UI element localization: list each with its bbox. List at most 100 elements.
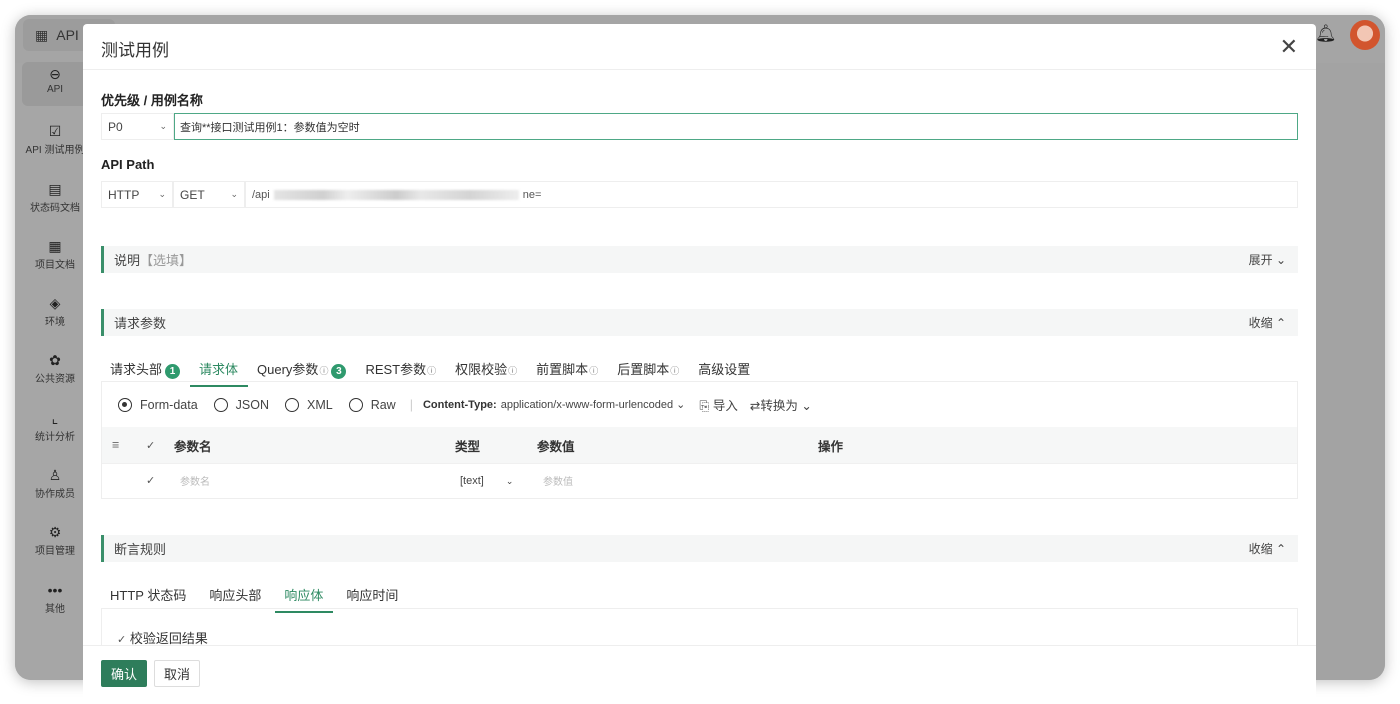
row-checkbox[interactable]: ✓	[146, 474, 155, 487]
chevron-down-icon: ⌄	[505, 475, 514, 486]
assertion-panel: ✓ 校验返回结果	[101, 608, 1298, 648]
collapse-toggle[interactable]: 收缩 ⌃	[1249, 540, 1286, 557]
radio-json[interactable]: JSON	[213, 397, 269, 412]
sidebar-item-label: 项目文档	[35, 260, 75, 271]
description-label: 说明	[114, 253, 141, 268]
sidebar-item-label: 统计分析	[35, 432, 75, 443]
assertions-section[interactable]: 断言规则 收缩 ⌃	[101, 535, 1298, 562]
redacted-path	[273, 189, 519, 200]
sidebar-item-1[interactable]: ☑ API 测试用例	[22, 123, 88, 165]
tab-label: 高级设置	[698, 362, 751, 377]
close-icon[interactable]: ✕	[1280, 34, 1298, 60]
sidebar-item-8[interactable]: ⚙ 项目管理	[22, 524, 88, 566]
modal-footer: 确认 取消	[83, 645, 1316, 687]
sidebar-item-2[interactable]: ▤ 状态码文档	[22, 181, 88, 223]
sidebar-item-0[interactable]: ⊖ API	[22, 62, 88, 106]
chevron-down-icon: ⌄	[676, 399, 686, 411]
import-label: 导入	[712, 399, 738, 413]
radio-xml[interactable]: XML	[285, 397, 333, 412]
drag-handle-icon[interactable]: ≡	[112, 438, 119, 452]
request-section[interactable]: 请求参数 收缩 ⌃	[101, 309, 1298, 336]
import-icon: ⎘	[699, 399, 710, 413]
content-type-select[interactable]: application/x-www-form-urlencoded ⌄	[501, 398, 686, 411]
priority-label: 优先级 / 用例名称	[101, 93, 203, 108]
user-icon: ♙	[48, 467, 62, 483]
bell-icon[interactable]: 🔔︎	[1315, 24, 1337, 44]
confirm-button[interactable]: 确认	[101, 660, 147, 687]
sidebar-item-3[interactable]: ▦ 项目文档	[22, 238, 88, 280]
params-table-header: ≡ ✓ 参数名 类型 参数值 操作	[102, 427, 1297, 463]
radio-label: XML	[307, 397, 333, 412]
type-select[interactable]: [text] ⌄	[460, 475, 513, 487]
path-suffix: ne=	[522, 188, 542, 201]
sidebar-item-label: 其他	[45, 604, 65, 615]
assertions-label: 断言规则	[114, 542, 167, 557]
priority-value: P0	[108, 119, 123, 134]
sidebar-item-5[interactable]: ✿ 公共资源	[22, 352, 88, 394]
param-value-input[interactable]: 参数值	[543, 473, 573, 488]
collapse-toggle[interactable]: 收缩 ⌃	[1249, 314, 1286, 331]
chevron-down-icon: ⌄	[801, 399, 812, 413]
check-result-label: 校验返回结果	[129, 631, 208, 646]
radio-circle-icon	[348, 397, 363, 412]
convert-label: 转换为	[760, 399, 798, 413]
sidebar-item-label: 状态码文档	[30, 203, 80, 214]
header-actions: 操作	[818, 439, 844, 454]
content-type-value: application/x-www-form-urlencoded	[500, 399, 674, 411]
content-type-label: Content-Type:	[422, 398, 497, 411]
tab-label: REST参数	[365, 362, 427, 377]
clipboard-check-icon: ☑	[48, 123, 62, 139]
description-section[interactable]: 说明【选填】 展开 ⌄	[101, 246, 1298, 273]
radio-circle-icon	[213, 397, 228, 412]
expand-toggle[interactable]: 展开 ⌄	[1249, 251, 1286, 268]
case-name-input[interactable]: 查询**接口测试用例1：参数值为空时	[174, 113, 1298, 140]
link-icon: ⊖	[49, 66, 61, 82]
grid-icon: ▦	[35, 26, 49, 43]
radio-label: Raw	[370, 397, 396, 412]
import-button[interactable]: ⎘ 导入	[699, 395, 738, 414]
count-badge: 1	[165, 364, 181, 379]
type-value: [text]	[460, 474, 484, 487]
sidebar-item-4[interactable]: ◈ 环境	[22, 295, 88, 337]
test-case-modal: 测试用例 ✕ 优先级 / 用例名称 P0 ⌄ 查询**接口测试用例1：参数值为空时…	[83, 24, 1316, 704]
table-row: ✓ 参数名 [text] ⌄ 参数值	[102, 463, 1297, 497]
tab-label: Query参数	[257, 362, 319, 377]
info-icon: ⓘ	[589, 366, 599, 376]
request-label: 请求参数	[114, 316, 167, 331]
optional-hint: 【选填】	[140, 253, 193, 268]
tab-label: 前置脚本	[536, 362, 589, 377]
book-icon: ▦	[48, 238, 62, 254]
sidebar-item-label: 环境	[45, 317, 65, 328]
radio-label: JSON	[235, 397, 269, 412]
sidebar-item-label: API	[46, 84, 64, 95]
method-value: GET	[180, 187, 205, 202]
more-icon: •••	[47, 582, 63, 598]
tab-label: 后置脚本	[617, 362, 670, 377]
app-name: API	[56, 27, 79, 43]
sidebar-item-6[interactable]: ⌞ 统计分析	[22, 410, 88, 452]
modal-title: 测试用例	[101, 41, 169, 60]
radio-raw[interactable]: Raw	[348, 397, 396, 412]
info-icon: ⓘ	[427, 366, 437, 376]
sidebar-item-9[interactable]: ••• 其他	[22, 582, 88, 624]
header-param-value: 参数值	[537, 439, 575, 454]
chevron-down-icon: ⌄	[159, 121, 167, 131]
method-select[interactable]: GET ⌄	[173, 181, 245, 208]
param-name-input[interactable]: 参数名	[180, 473, 210, 488]
background-panel	[1315, 63, 1385, 680]
sidebar-item-7[interactable]: ♙ 协作成员	[22, 467, 88, 509]
convert-button[interactable]: ⇄转换为 ⌄	[750, 395, 812, 414]
tab-label: 请求头部	[110, 362, 163, 377]
count-badge: 3	[331, 364, 347, 379]
radio-form-data[interactable]: Form-data	[118, 397, 198, 412]
cancel-button[interactable]: 取消	[154, 660, 200, 687]
protocol-select[interactable]: HTTP ⌄	[101, 181, 173, 208]
radio-label: Form-data	[140, 397, 198, 412]
path-input[interactable]: /api ne=	[245, 181, 1298, 208]
priority-select[interactable]: P0 ⌄	[101, 113, 174, 140]
select-all-checkbox[interactable]: ✓	[146, 439, 155, 452]
avatar[interactable]	[1350, 20, 1380, 50]
swap-icon: ⇄	[749, 399, 761, 413]
tab-label: 权限校验	[455, 362, 508, 377]
sidebar-item-label: 项目管理	[35, 546, 75, 557]
